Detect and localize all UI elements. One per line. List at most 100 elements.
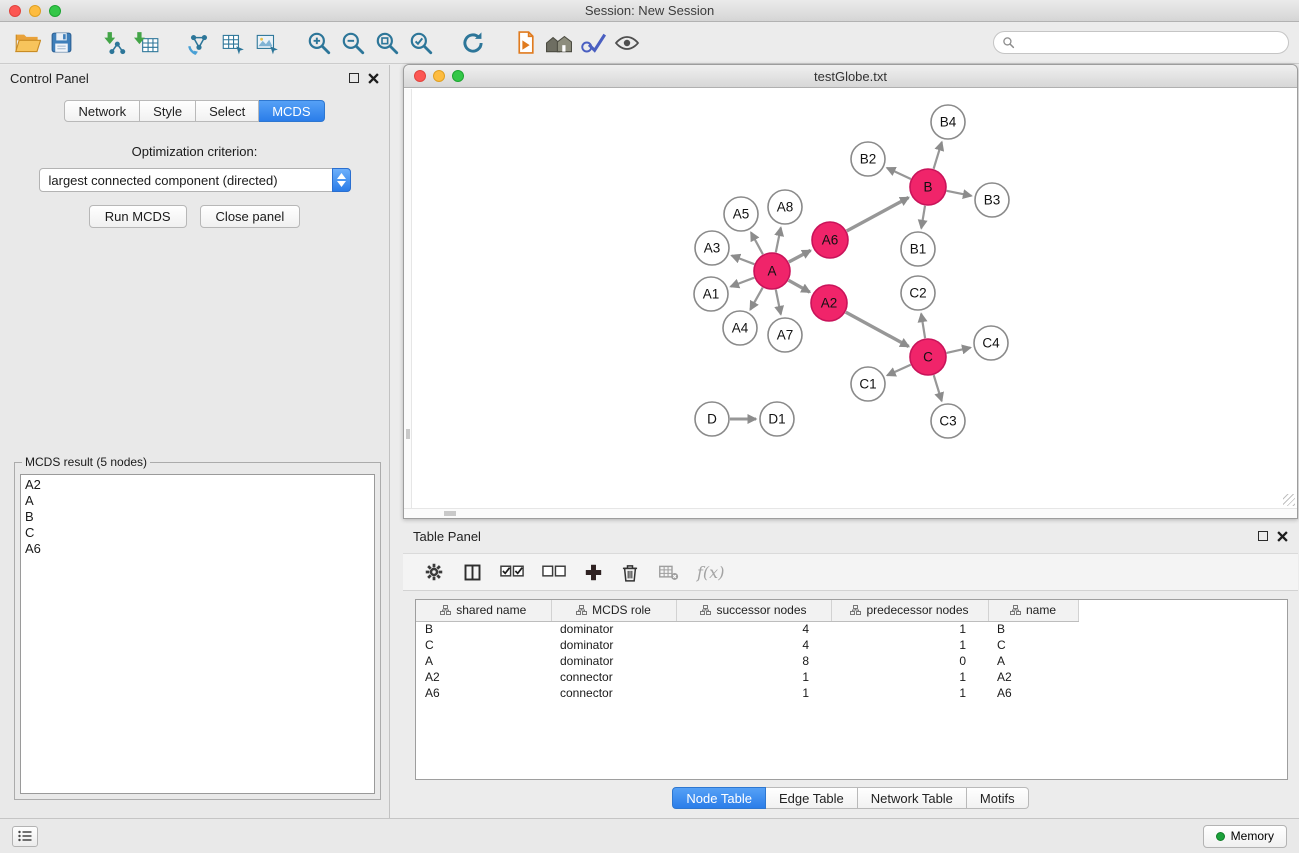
network-window-titlebar[interactable]: testGlobe.txt <box>404 65 1297 88</box>
table-cell[interactable]: B <box>988 621 1078 637</box>
tab-style[interactable]: Style <box>140 100 196 122</box>
horizontal-scrollbar[interactable] <box>404 508 1297 518</box>
close-table-panel-icon[interactable] <box>1277 531 1288 542</box>
table-row[interactable]: A2connector11A2 <box>416 669 1078 685</box>
network-graph[interactable]: B4B2BB3A8A5A6A3B1AA1C2A2A4A7C4CC1C3DD1 <box>412 89 1294 508</box>
mcds-result-item[interactable]: A6 <box>25 541 370 557</box>
table-settings-button[interactable] <box>423 561 445 583</box>
table-cell[interactable]: 1 <box>831 669 988 685</box>
graph-edge-A2-C[interactable] <box>846 312 909 346</box>
table-cell[interactable]: 8 <box>676 653 831 669</box>
close-window-button[interactable] <box>9 5 21 17</box>
new-network-button[interactable] <box>182 26 216 60</box>
save-session-button[interactable] <box>44 26 78 60</box>
table-cell[interactable]: A6 <box>988 685 1078 701</box>
table-tab-node-table[interactable]: Node Table <box>672 787 766 809</box>
graph-edge-B-B3[interactable] <box>947 191 972 196</box>
graph-edge-B-B1[interactable] <box>921 206 925 229</box>
float-panel-icon[interactable] <box>349 73 359 83</box>
network-zoom-button[interactable] <box>452 70 464 82</box>
show-columns-button[interactable] <box>462 562 483 583</box>
column-header-name[interactable]: name <box>988 600 1078 621</box>
graph-edge-A-A1[interactable] <box>731 278 755 287</box>
table-cell[interactable]: B <box>416 621 551 637</box>
table-cell[interactable]: 4 <box>676 621 831 637</box>
vertical-scrollbar[interactable] <box>404 89 412 508</box>
table-cell[interactable]: A2 <box>416 669 551 685</box>
search-input[interactable] <box>1020 36 1280 50</box>
float-table-panel-icon[interactable] <box>1258 531 1268 541</box>
table-cell[interactable]: dominator <box>551 637 676 653</box>
column-header-shared-name[interactable]: shared name <box>416 600 551 621</box>
table-cell[interactable]: 1 <box>676 669 831 685</box>
show-details-button[interactable] <box>610 26 644 60</box>
zoom-out-button[interactable] <box>336 26 370 60</box>
tab-network[interactable]: Network <box>64 100 140 122</box>
export-image-button[interactable] <box>250 26 284 60</box>
tab-mcds[interactable]: MCDS <box>259 100 324 122</box>
graph-edge-A-A5[interactable] <box>751 232 763 254</box>
apply-layout-button[interactable] <box>456 26 490 60</box>
run-mcds-button[interactable]: Run MCDS <box>89 205 187 228</box>
table-cell[interactable]: A <box>988 653 1078 669</box>
table-row[interactable]: Bdominator41B <box>416 621 1078 637</box>
table-row[interactable]: A6connector11A6 <box>416 685 1078 701</box>
validate-button[interactable] <box>576 26 610 60</box>
table-cell[interactable]: dominator <box>551 621 676 637</box>
mcds-result-item[interactable]: A2 <box>25 477 370 493</box>
column-header-predecessor-nodes[interactable]: predecessor nodes <box>831 600 988 621</box>
column-header-successor-nodes[interactable]: successor nodes <box>676 600 831 621</box>
import-network-button[interactable] <box>96 26 130 60</box>
close-panel-button[interactable]: Close panel <box>200 205 301 228</box>
table-cell[interactable]: 1 <box>831 637 988 653</box>
graph-edge-C-C2[interactable] <box>921 314 925 339</box>
graph-edge-A-A3[interactable] <box>732 256 755 265</box>
home-button[interactable] <box>542 26 576 60</box>
graph-edge-C-C1[interactable] <box>887 365 911 376</box>
table-cell[interactable]: A6 <box>416 685 551 701</box>
zoom-window-button[interactable] <box>49 5 61 17</box>
column-header-MCDS-role[interactable]: MCDS role <box>551 600 676 621</box>
zoom-fit-button[interactable] <box>370 26 404 60</box>
mcds-result-list[interactable]: A2ABCA6 <box>20 474 375 794</box>
zoom-in-button[interactable] <box>302 26 336 60</box>
task-history-button[interactable] <box>12 826 38 847</box>
mcds-result-item[interactable]: B <box>25 509 370 525</box>
graph-edge-A-A6[interactable] <box>789 250 811 262</box>
graph-edge-A-A2[interactable] <box>789 280 810 292</box>
table-tab-motifs[interactable]: Motifs <box>967 787 1029 809</box>
open-session-file-button[interactable] <box>508 26 542 60</box>
table-cell[interactable]: A2 <box>988 669 1078 685</box>
delete-rows-button[interactable] <box>620 562 640 583</box>
export-table-button[interactable] <box>216 26 250 60</box>
tab-select[interactable]: Select <box>196 100 259 122</box>
search-box[interactable] <box>993 31 1289 54</box>
graph-edge-B-B4[interactable] <box>934 142 942 169</box>
table-row[interactable]: Cdominator41C <box>416 637 1078 653</box>
table-cell[interactable]: C <box>988 637 1078 653</box>
network-canvas[interactable]: B4B2BB3A8A5A6A3B1AA1C2A2A4A7C4CC1C3DD1 <box>404 89 1297 508</box>
table-cell[interactable]: A <box>416 653 551 669</box>
mcds-result-item[interactable]: A <box>25 493 370 509</box>
graph-edge-A-A8[interactable] <box>776 228 781 253</box>
zoom-selected-button[interactable] <box>404 26 438 60</box>
table-row[interactable]: Adominator80A <box>416 653 1078 669</box>
graph-edge-A-A7[interactable] <box>776 290 781 315</box>
network-close-button[interactable] <box>414 70 426 82</box>
table-cell[interactable]: 1 <box>831 621 988 637</box>
import-table-button[interactable] <box>130 26 164 60</box>
mcds-result-item[interactable]: C <box>25 525 370 541</box>
select-all-button[interactable] <box>500 563 525 581</box>
table-cell[interactable]: dominator <box>551 653 676 669</box>
table-cell[interactable]: C <box>416 637 551 653</box>
table-cell[interactable]: 1 <box>831 685 988 701</box>
apply-function-button[interactable]: f(x) <box>697 563 724 582</box>
graph-edge-A6-B[interactable] <box>847 198 909 232</box>
memory-button[interactable]: Memory <box>1203 825 1287 848</box>
table-cell[interactable]: 4 <box>676 637 831 653</box>
table-tab-edge-table[interactable]: Edge Table <box>766 787 858 809</box>
table-cell[interactable]: 1 <box>676 685 831 701</box>
deselect-all-button[interactable] <box>542 563 567 581</box>
resize-grip[interactable] <box>1283 494 1295 506</box>
table-cell[interactable]: connector <box>551 685 676 701</box>
